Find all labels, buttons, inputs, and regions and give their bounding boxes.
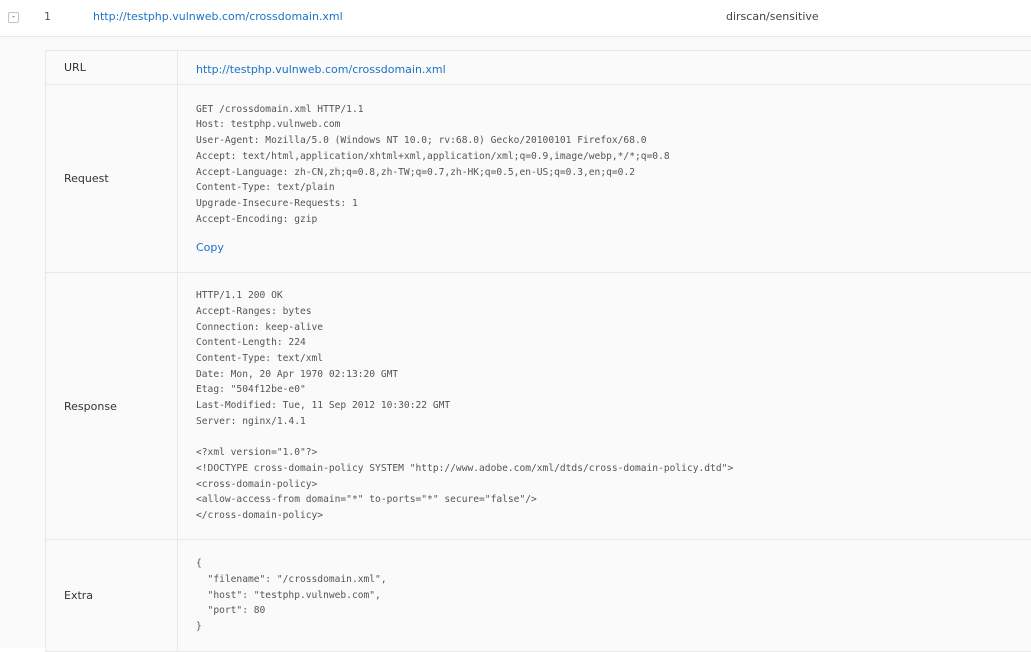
request-value-cell: GET /crossdomain.xml HTTP/1.1 Host: test… bbox=[178, 85, 1031, 273]
extra-body[interactable]: { "filename": "/crossdomain.xml", "host"… bbox=[196, 556, 1031, 635]
detail-table: URL http://testphp.vulnweb.com/crossdoma… bbox=[45, 50, 1031, 652]
detail-row-extra: Extra { "filename": "/crossdomain.xml", … bbox=[46, 540, 1031, 652]
response-body[interactable]: HTTP/1.1 200 OK Accept-Ranges: bytes Con… bbox=[196, 288, 1031, 524]
url-value-link[interactable]: http://testphp.vulnweb.com/crossdomain.x… bbox=[196, 63, 446, 76]
detail-panel: URL http://testphp.vulnweb.com/crossdoma… bbox=[0, 37, 1031, 648]
extra-label: Extra bbox=[46, 540, 178, 652]
copy-request-button[interactable]: Copy bbox=[196, 241, 224, 254]
request-body[interactable]: GET /crossdomain.xml HTTP/1.1 Host: test… bbox=[196, 102, 1031, 228]
response-value-cell: HTTP/1.1 200 OK Accept-Ranges: bytes Con… bbox=[178, 273, 1031, 540]
extra-value-cell: { "filename": "/crossdomain.xml", "host"… bbox=[178, 540, 1031, 652]
result-row: - 1 http://testphp.vulnweb.com/crossdoma… bbox=[0, 0, 1031, 37]
response-label: Response bbox=[46, 273, 178, 540]
detail-row-request: Request GET /crossdomain.xml HTTP/1.1 Ho… bbox=[46, 85, 1031, 273]
request-label: Request bbox=[46, 85, 178, 273]
row-index: 1 bbox=[44, 10, 51, 23]
url-value-cell: http://testphp.vulnweb.com/crossdomain.x… bbox=[178, 51, 1031, 85]
target-url-link[interactable]: http://testphp.vulnweb.com/crossdomain.x… bbox=[93, 10, 343, 23]
url-label: URL bbox=[46, 51, 178, 85]
collapse-toggle-button[interactable]: - bbox=[8, 12, 19, 23]
plugin-name: dirscan/sensitive bbox=[726, 10, 819, 23]
detail-row-response: Response HTTP/1.1 200 OK Accept-Ranges: … bbox=[46, 273, 1031, 540]
detail-row-url: URL http://testphp.vulnweb.com/crossdoma… bbox=[46, 51, 1031, 85]
